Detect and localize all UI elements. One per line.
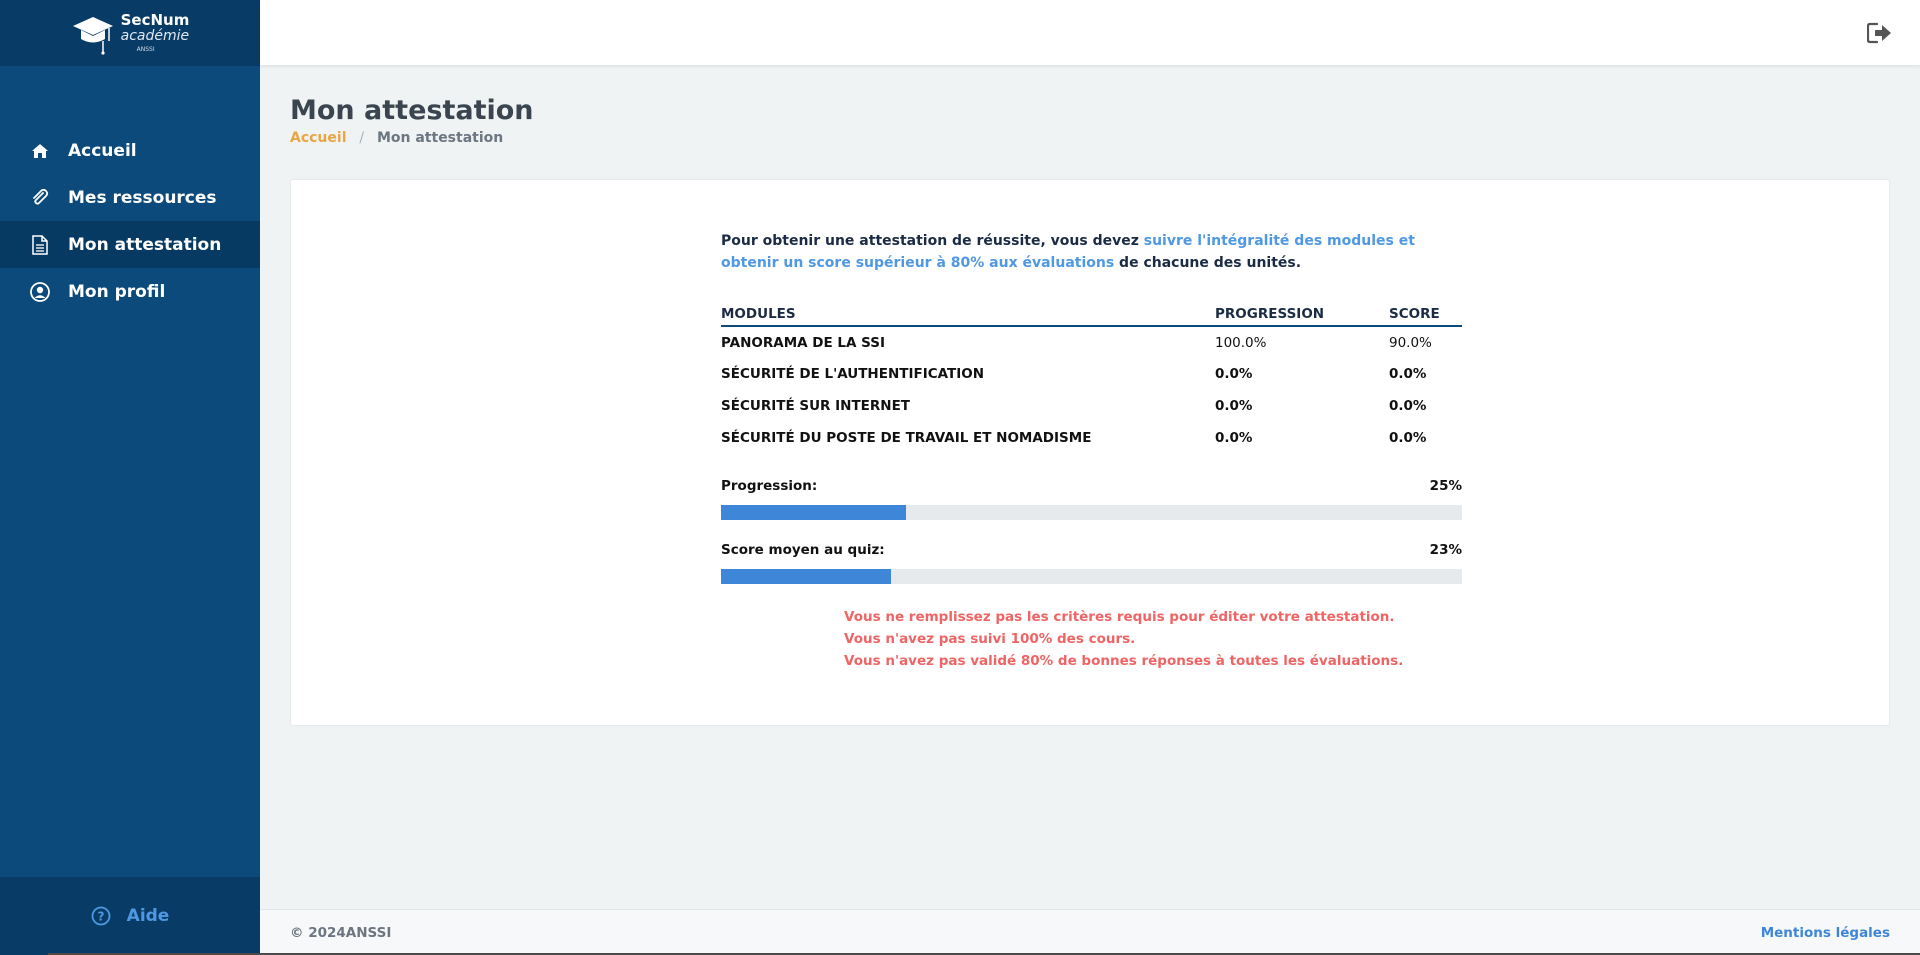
module-score: 0.0%	[1389, 366, 1427, 382]
footer: © 2024ANSSI Mentions légales	[260, 909, 1920, 955]
help-label: Aide	[126, 906, 170, 926]
logo-line3: ANSSI	[136, 46, 155, 53]
sidebar-item-mon-attestation[interactable]: Mon attestation	[0, 221, 260, 268]
module-name: PANORAMA DE LA SSI	[721, 334, 886, 351]
header-modules: MODULES	[721, 306, 1215, 327]
progression-label: Progression:	[721, 478, 818, 494]
intro-part2: de chacune des unités.	[1114, 255, 1302, 271]
home-icon	[30, 141, 50, 161]
sidebar-item-mes-ressources[interactable]: Mes ressources	[0, 174, 260, 221]
app: SecNum académie ANSSI Accueil Mes ressou…	[0, 0, 1920, 955]
requirement-message: Vous ne remplissez pas les critères requ…	[844, 609, 1395, 625]
progression-bar-fill	[721, 505, 907, 520]
progression-head: Progression: 25%	[721, 478, 1462, 494]
module-score: 0.0%	[1389, 430, 1427, 446]
copyright: © 2024ANSSI	[290, 924, 392, 941]
logo-line2: académie	[120, 28, 190, 44]
quiz-head: Score moyen au quiz: 23%	[721, 542, 1462, 558]
modules-table: MODULES PROGRESSION SCORE PANORAMA DE LA…	[721, 306, 1462, 454]
progression-bar	[721, 505, 1462, 520]
quiz-bar-fill	[721, 569, 892, 584]
module-progression: 0.0%	[1215, 430, 1253, 446]
breadcrumb-current: Mon attestation	[376, 130, 504, 146]
sidebar-item-label: Mon profil	[68, 281, 166, 302]
header-progression: PROGRESSION	[1215, 306, 1389, 327]
sidebar-item-label: Mes ressources	[68, 187, 217, 208]
sidebar: SecNum académie ANSSI Accueil Mes ressou…	[0, 0, 260, 955]
table-row: SÉCURITÉ DU POSTE DE TRAVAIL ET NOMADISM…	[721, 422, 1462, 454]
page-title: Mon attestation	[290, 95, 534, 126]
progression-stat: Progression: 25%	[721, 478, 1462, 520]
logo-text: SecNum académie ANSSI	[121, 13, 190, 53]
sidebar-item-label: Accueil	[68, 140, 137, 161]
help-icon: ?	[91, 906, 111, 926]
progression-value: 25%	[1429, 478, 1462, 494]
attestation-card: Pour obtenir une attestation de réussite…	[290, 179, 1890, 726]
logo-line1: SecNum	[120, 11, 190, 29]
table-header-row: MODULES PROGRESSION SCORE	[721, 306, 1462, 327]
svg-text:?: ?	[97, 910, 104, 924]
intro-part1: Pour obtenir une attestation de réussite…	[721, 233, 1144, 249]
quiz-bar	[721, 569, 1462, 584]
user-circle-icon	[30, 281, 50, 302]
module-progression: 100.0%	[1215, 334, 1267, 351]
document-icon	[30, 234, 50, 255]
paperclip-icon	[30, 188, 50, 208]
sidebar-item-label: Mon attestation	[68, 234, 222, 255]
breadcrumb: Accueil / Mon attestation	[290, 130, 503, 146]
quiz-value: 23%	[1429, 542, 1462, 558]
module-name: SÉCURITÉ DU POSTE DE TRAVAIL ET NOMADISM…	[721, 430, 1092, 446]
module-name: SÉCURITÉ DE L'AUTHENTIFICATION	[721, 366, 985, 382]
topbar	[260, 0, 1920, 66]
requirement-message: Vous n'avez pas validé 80% de bonnes rép…	[844, 653, 1404, 669]
header-score: SCORE	[1389, 306, 1462, 327]
module-progression: 0.0%	[1215, 398, 1253, 414]
table-row: PANORAMA DE LA SSI 100.0% 90.0%	[721, 326, 1462, 358]
table-row: SÉCURITÉ SUR INTERNET 0.0% 0.0%	[721, 390, 1462, 422]
requirement-messages: Vous ne remplissez pas les critères requ…	[844, 606, 1462, 672]
quiz-label: Score moyen au quiz:	[721, 542, 885, 558]
table-row: SÉCURITÉ DE L'AUTHENTIFICATION 0.0% 0.0%	[721, 358, 1462, 390]
logout-icon[interactable]	[1867, 22, 1893, 44]
intro-text: Pour obtenir une attestation de réussite…	[721, 230, 1462, 274]
breadcrumb-separator: /	[359, 130, 365, 146]
help-link[interactable]: ? Aide	[0, 877, 260, 955]
module-progression: 0.0%	[1215, 366, 1253, 382]
graduation-cap-icon	[72, 17, 113, 55]
module-score: 90.0%	[1389, 334, 1432, 351]
breadcrumb-home-link[interactable]: Accueil	[290, 130, 347, 146]
module-name: SÉCURITÉ SUR INTERNET	[721, 398, 911, 414]
quiz-stat: Score moyen au quiz: 23%	[721, 542, 1462, 584]
sidebar-brand: SecNum académie ANSSI	[0, 0, 260, 66]
requirement-message: Vous n'avez pas suivi 100% des cours.	[844, 631, 1136, 647]
sidebar-nav: Accueil Mes ressources Mon attestation M…	[0, 127, 260, 315]
legal-link[interactable]: Mentions légales	[1761, 925, 1890, 941]
attestation-content: Pour obtenir une attestation de réussite…	[721, 230, 1462, 672]
logo[interactable]: SecNum académie ANSSI	[71, 11, 190, 55]
module-score: 0.0%	[1389, 398, 1427, 414]
sidebar-item-accueil[interactable]: Accueil	[0, 127, 260, 174]
sidebar-item-mon-profil[interactable]: Mon profil	[0, 268, 260, 315]
